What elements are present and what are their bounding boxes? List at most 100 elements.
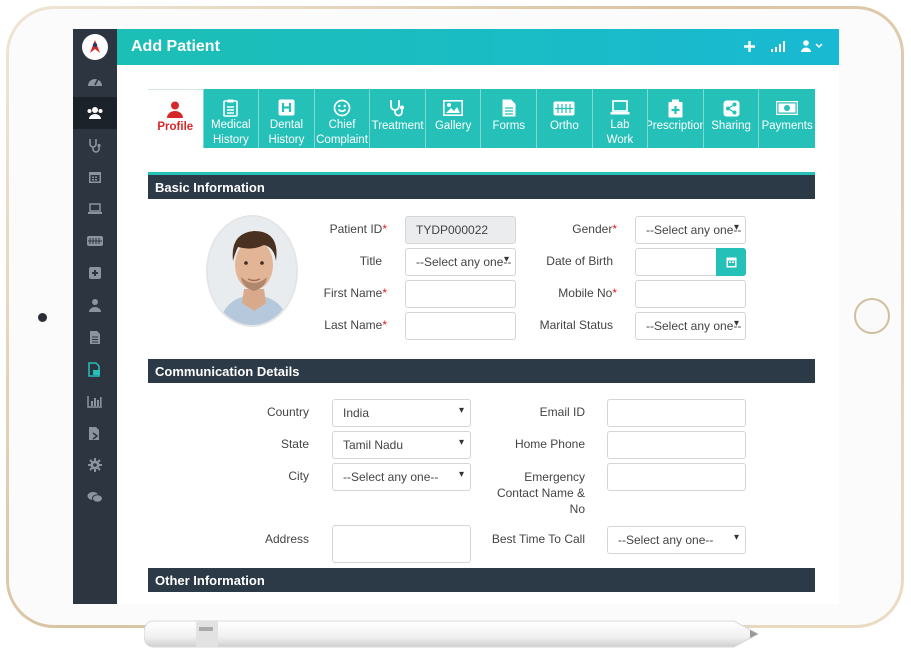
tab-label: Medical History xyxy=(211,119,251,146)
tab-medical-history[interactable]: Medical History xyxy=(203,89,260,148)
emergency-contact-label: Emergency Contact Name & No xyxy=(496,470,585,516)
signal-icon[interactable] xyxy=(771,39,785,57)
file-icon xyxy=(502,97,516,119)
emergency-contact-input[interactable] xyxy=(607,463,746,491)
patient-id-field: TYDP000022 xyxy=(405,216,516,244)
last-name-input[interactable] xyxy=(405,312,516,340)
tab-label: Treatment xyxy=(371,120,424,132)
title-label: Title xyxy=(359,254,382,268)
first-name-input[interactable] xyxy=(405,280,516,308)
laptop-nav-icon[interactable] xyxy=(73,193,117,225)
state-select[interactable]: Tamil Nadu xyxy=(332,431,471,459)
braces-icon xyxy=(553,97,575,119)
tab-ortho[interactable]: Ortho xyxy=(537,89,593,148)
country-label: Country xyxy=(266,405,309,419)
tab-label: Forms xyxy=(492,120,526,132)
marital-status-label: Marital Status xyxy=(539,318,613,332)
add-icon[interactable] xyxy=(744,39,755,57)
invoice-nav-icon[interactable] xyxy=(73,353,117,385)
hospital-icon xyxy=(278,97,295,118)
ortho-nav-icon[interactable] xyxy=(73,225,117,257)
user-icon xyxy=(167,98,184,120)
clipboard-icon xyxy=(223,97,239,118)
tab-label: Ortho xyxy=(549,120,579,132)
laptop-icon xyxy=(610,97,630,118)
city-label: City xyxy=(288,469,309,483)
email-input[interactable] xyxy=(607,399,746,427)
best-time-label: Best Time To Call xyxy=(491,532,585,546)
mobile-input[interactable] xyxy=(635,280,746,308)
tab-label: Prescription xyxy=(648,120,704,132)
doctor-nav-icon[interactable] xyxy=(73,289,117,321)
tab-label: Chief Complaint xyxy=(316,119,368,146)
tab-chief-complaint[interactable]: Chief Complaint xyxy=(314,89,371,148)
settings-icon[interactable] xyxy=(73,449,117,481)
tab-dental-history[interactable]: Dental History xyxy=(259,89,315,148)
camera xyxy=(38,313,47,322)
dashboard-icon[interactable] xyxy=(73,65,117,97)
section-communication: Communication Details xyxy=(148,359,815,383)
smile-icon xyxy=(333,97,351,118)
document-nav-icon[interactable] xyxy=(73,321,117,353)
gender-select[interactable]: --Select any one-- xyxy=(635,216,746,244)
state-label: State xyxy=(280,437,309,451)
tab-label: Dental History xyxy=(268,119,305,146)
tab-label: Payments xyxy=(761,120,813,132)
dob-input[interactable] xyxy=(635,248,718,276)
section-basic-info: Basic Information xyxy=(148,175,815,199)
country-select[interactable]: India xyxy=(332,399,471,427)
patient-id-label: Patient ID* xyxy=(329,222,387,236)
chat-icon[interactable] xyxy=(73,481,117,513)
user-menu-icon[interactable] xyxy=(801,39,825,57)
page-title: Add Patient xyxy=(131,38,220,55)
city-select[interactable]: --Select any one-- xyxy=(332,463,471,491)
title-select[interactable]: --Select any one-- xyxy=(405,248,516,276)
calendar-icon[interactable] xyxy=(716,248,746,276)
email-label: Email ID xyxy=(539,405,585,419)
app-logo[interactable] xyxy=(73,29,117,65)
tab-label: Lab Work xyxy=(606,119,634,146)
top-bar: Add Patient xyxy=(117,29,839,65)
stethoscope-nav-icon[interactable] xyxy=(73,129,117,161)
address-textarea[interactable] xyxy=(332,525,471,563)
share-icon xyxy=(723,97,740,119)
marital-status-select[interactable]: --Select any one-- xyxy=(635,312,746,340)
tab-forms[interactable]: Forms xyxy=(481,89,538,148)
tab-payments[interactable]: Payments xyxy=(759,89,815,148)
main-content: Profile Medical History Dental History C… xyxy=(117,65,839,604)
tab-lab-work[interactable]: Lab Work xyxy=(592,89,649,148)
section-other-info: Other Information xyxy=(148,568,815,592)
plus-nav-icon[interactable] xyxy=(73,257,117,289)
tab-gallery[interactable]: Gallery xyxy=(425,89,482,148)
screen: Add Patient Profile Medical History Dent… xyxy=(73,29,839,604)
patients-icon[interactable] xyxy=(73,97,117,129)
reports-nav-icon[interactable] xyxy=(73,385,117,417)
tab-treatment[interactable]: Treatment xyxy=(370,89,426,148)
home-phone-label: Home Phone xyxy=(514,437,585,451)
dob-label: Date of Birth xyxy=(546,254,613,268)
file-export-nav-icon[interactable] xyxy=(73,417,117,449)
tab-label: Profile xyxy=(157,121,194,133)
patient-tabs: Profile Medical History Dental History C… xyxy=(148,89,815,148)
patient-avatar[interactable] xyxy=(206,215,298,327)
sidebar xyxy=(73,29,117,604)
tab-label: Sharing xyxy=(711,120,751,132)
prescription-icon xyxy=(668,97,683,119)
tab-profile[interactable]: Profile xyxy=(148,89,204,148)
tab-label: Gallery xyxy=(434,120,472,132)
home-phone-input[interactable] xyxy=(607,431,746,459)
tab-prescription[interactable]: Prescription xyxy=(648,89,704,148)
last-name-label: Last Name* xyxy=(324,318,387,332)
mobile-label: Mobile No* xyxy=(558,286,617,300)
best-time-select[interactable]: --Select any one-- xyxy=(607,526,746,554)
stethoscope-icon xyxy=(389,97,406,119)
address-label: Address xyxy=(264,532,309,546)
tab-sharing[interactable]: Sharing xyxy=(703,89,760,148)
stylus-pencil xyxy=(144,620,760,648)
money-icon xyxy=(776,97,799,119)
image-icon xyxy=(443,97,464,119)
home-button xyxy=(854,298,890,334)
first-name-label: First Name* xyxy=(323,286,387,300)
gender-label: Gender* xyxy=(572,222,617,236)
calendar-nav-icon[interactable] xyxy=(73,161,117,193)
